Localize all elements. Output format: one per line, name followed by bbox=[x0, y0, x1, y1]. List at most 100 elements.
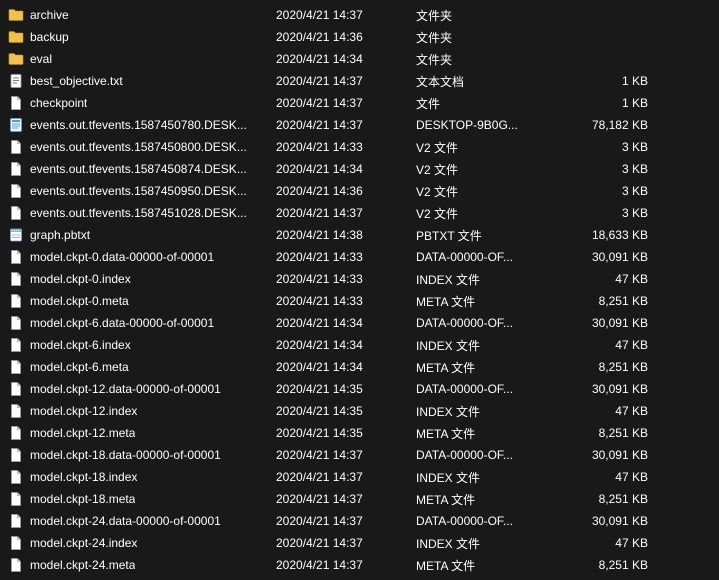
file-date: 2020/4/21 14:38 bbox=[276, 228, 416, 242]
file-row[interactable]: model.ckpt-6.index2020/4/21 14:34INDEX 文… bbox=[0, 334, 719, 356]
file-date: 2020/4/21 14:37 bbox=[276, 118, 416, 132]
folder-icon bbox=[8, 51, 24, 67]
file-size: 47 KB bbox=[556, 272, 666, 286]
file-name: model.ckpt-6.meta bbox=[30, 360, 129, 374]
file-type: DATA-00000-OF... bbox=[416, 316, 556, 330]
file-type: V2 文件 bbox=[416, 183, 556, 200]
file-date: 2020/4/21 14:37 bbox=[276, 206, 416, 220]
file-type: INDEX 文件 bbox=[416, 271, 556, 288]
file-icon bbox=[8, 337, 24, 353]
file-size: 30,091 KB bbox=[556, 448, 666, 462]
file-icon bbox=[8, 359, 24, 375]
file-name: model.ckpt-24.index bbox=[30, 536, 137, 550]
file-type: INDEX 文件 bbox=[416, 337, 556, 354]
file-name: backup bbox=[30, 30, 69, 44]
file-icon bbox=[8, 293, 24, 309]
file-size: 3 KB bbox=[556, 140, 666, 154]
file-name-cell: model.ckpt-6.meta bbox=[8, 359, 276, 375]
file-date: 2020/4/21 14:34 bbox=[276, 162, 416, 176]
file-type: 文件 bbox=[416, 95, 556, 112]
file-icon bbox=[8, 183, 24, 199]
file-row[interactable]: graph.pbtxt2020/4/21 14:38PBTXT 文件18,633… bbox=[0, 224, 719, 246]
file-name-cell: checkpoint bbox=[8, 95, 276, 111]
file-row[interactable]: model.ckpt-18.meta2020/4/21 14:37META 文件… bbox=[0, 488, 719, 510]
file-size: 18,633 KB bbox=[556, 228, 666, 242]
file-icon bbox=[8, 557, 24, 573]
file-size: 3 KB bbox=[556, 162, 666, 176]
file-row[interactable]: events.out.tfevents.1587451028.DESK...20… bbox=[0, 202, 719, 224]
file-name: model.ckpt-0.data-00000-of-00001 bbox=[30, 250, 214, 264]
file-size: 30,091 KB bbox=[556, 514, 666, 528]
file-row[interactable]: backup2020/4/21 14:36文件夹 bbox=[0, 26, 719, 48]
file-date: 2020/4/21 14:37 bbox=[276, 536, 416, 550]
file-name: model.ckpt-6.data-00000-of-00001 bbox=[30, 316, 214, 330]
file-row[interactable]: model.ckpt-12.data-00000-of-000012020/4/… bbox=[0, 378, 719, 400]
file-size: 30,091 KB bbox=[556, 316, 666, 330]
file-icon bbox=[8, 95, 24, 111]
file-name: checkpoint bbox=[30, 96, 87, 110]
file-row[interactable]: model.ckpt-12.index2020/4/21 14:35INDEX … bbox=[0, 400, 719, 422]
file-row[interactable]: events.out.tfevents.1587450800.DESK...20… bbox=[0, 136, 719, 158]
file-name: model.ckpt-24.meta bbox=[30, 558, 135, 572]
file-date: 2020/4/21 14:34 bbox=[276, 338, 416, 352]
file-row[interactable]: best_objective.txt2020/4/21 14:37文本文档1 K… bbox=[0, 70, 719, 92]
file-type: PBTXT 文件 bbox=[416, 227, 556, 244]
file-list: archive2020/4/21 14:37文件夹backup2020/4/21… bbox=[0, 0, 719, 580]
file-name: best_objective.txt bbox=[30, 74, 123, 88]
file-type: DATA-00000-OF... bbox=[416, 382, 556, 396]
file-type: DATA-00000-OF... bbox=[416, 448, 556, 462]
file-icon bbox=[8, 381, 24, 397]
file-size: 1 KB bbox=[556, 96, 666, 110]
file-row[interactable]: model.ckpt-18.data-00000-of-000012020/4/… bbox=[0, 444, 719, 466]
file-name: eval bbox=[30, 52, 52, 66]
file-type: 文件夹 bbox=[416, 51, 556, 68]
file-type: V2 文件 bbox=[416, 139, 556, 156]
file-icon bbox=[8, 491, 24, 507]
notepad-icon bbox=[8, 227, 24, 243]
file-row[interactable]: checkpoint 2020/4/21 14:37文件1 KB bbox=[0, 92, 719, 114]
file-name: events.out.tfevents.1587450800.DESK... bbox=[30, 140, 247, 154]
file-icon bbox=[8, 425, 24, 441]
file-name: model.ckpt-0.meta bbox=[30, 294, 129, 308]
file-name-cell: model.ckpt-0.index bbox=[8, 271, 276, 287]
file-row[interactable]: model.ckpt-12.meta2020/4/21 14:35META 文件… bbox=[0, 422, 719, 444]
file-date: 2020/4/21 14:37 bbox=[276, 8, 416, 22]
file-row[interactable]: model.ckpt-24.data-00000-of-000012020/4/… bbox=[0, 510, 719, 532]
file-icon bbox=[8, 139, 24, 155]
file-name-cell: model.ckpt-18.index bbox=[8, 469, 276, 485]
file-size: 3 KB bbox=[556, 206, 666, 220]
file-name-cell: model.ckpt-0.data-00000-of-00001 bbox=[8, 249, 276, 265]
file-row[interactable]: events.out.tfevents.1587450780.DESK...20… bbox=[0, 114, 719, 136]
file-row[interactable]: archive2020/4/21 14:37文件夹 bbox=[0, 4, 719, 26]
file-row[interactable]: model.ckpt-0.index2020/4/21 14:33INDEX 文… bbox=[0, 268, 719, 290]
file-row[interactable]: events.out.tfevents.1587450874.DESK...20… bbox=[0, 158, 719, 180]
file-type: INDEX 文件 bbox=[416, 469, 556, 486]
file-name: model.ckpt-0.index bbox=[30, 272, 131, 286]
file-row[interactable]: model.ckpt-0.meta2020/4/21 14:33META 文件8… bbox=[0, 290, 719, 312]
file-name-cell: model.ckpt-6.index bbox=[8, 337, 276, 353]
file-date: 2020/4/21 14:34 bbox=[276, 360, 416, 374]
file-date: 2020/4/21 14:34 bbox=[276, 52, 416, 66]
file-date: 2020/4/21 14:37 bbox=[276, 492, 416, 506]
file-date: 2020/4/21 14:37 bbox=[276, 558, 416, 572]
file-date: 2020/4/21 14:37 bbox=[276, 96, 416, 110]
file-name-cell: model.ckpt-24.data-00000-of-00001 bbox=[8, 513, 276, 529]
file-name-cell: model.ckpt-18.meta bbox=[8, 491, 276, 507]
file-name: model.ckpt-12.data-00000-of-00001 bbox=[30, 382, 221, 396]
file-size: 8,251 KB bbox=[556, 294, 666, 308]
file-name-cell: model.ckpt-12.data-00000-of-00001 bbox=[8, 381, 276, 397]
file-date: 2020/4/21 14:35 bbox=[276, 404, 416, 418]
file-row[interactable]: events.out.tfevents.1587450950.DESK...20… bbox=[0, 180, 719, 202]
file-row[interactable]: model.ckpt-6.meta2020/4/21 14:34META 文件8… bbox=[0, 356, 719, 378]
file-size: 1 KB bbox=[556, 74, 666, 88]
file-name-cell: events.out.tfevents.1587450950.DESK... bbox=[8, 183, 276, 199]
file-row[interactable]: model.ckpt-18.index2020/4/21 14:37INDEX … bbox=[0, 466, 719, 488]
file-size: 8,251 KB bbox=[556, 426, 666, 440]
file-row[interactable]: eval 2020/4/21 14:34文件夹 bbox=[0, 48, 719, 70]
file-type: 文件夹 bbox=[416, 7, 556, 24]
file-row[interactable]: model.ckpt-0.data-00000-of-000012020/4/2… bbox=[0, 246, 719, 268]
file-row[interactable]: model.ckpt-24.index2020/4/21 14:37INDEX … bbox=[0, 532, 719, 554]
file-type: V2 文件 bbox=[416, 161, 556, 178]
file-row[interactable]: model.ckpt-6.data-00000-of-000012020/4/2… bbox=[0, 312, 719, 334]
file-name-cell: model.ckpt-24.index bbox=[8, 535, 276, 551]
